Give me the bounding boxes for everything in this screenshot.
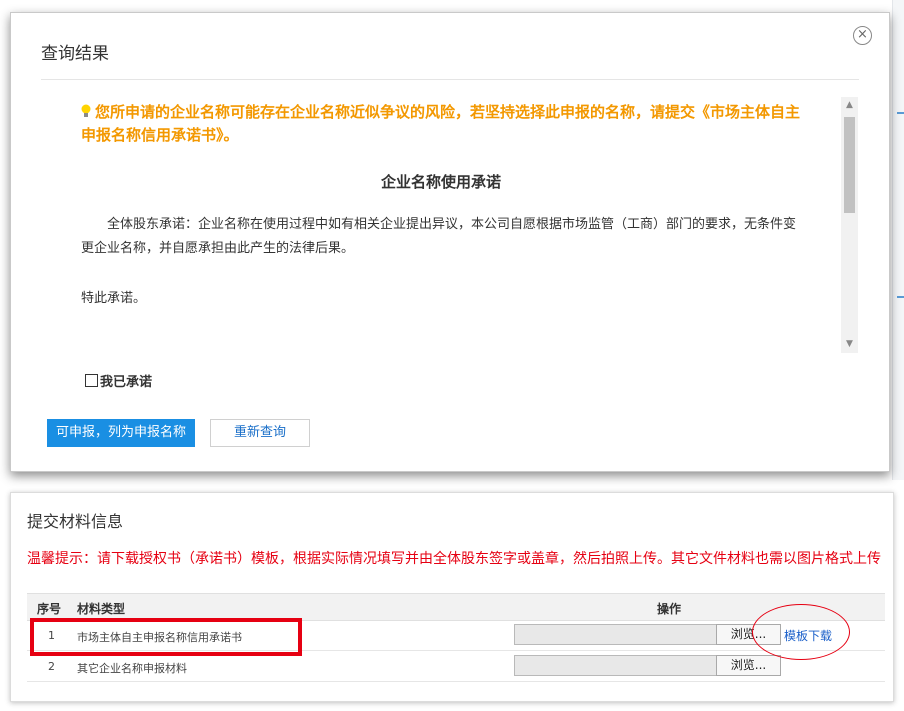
table-header: 序号 材料类型 操作 [27,593,885,621]
scroll-up-icon[interactable]: ▲ [841,97,858,114]
checkbox-icon[interactable] [85,374,98,387]
agree-label: 我已承诺 [100,375,153,390]
promise-body: 全体股东承诺：企业名称在使用过程中如有相关企业提出异议，本公司自愿根据市场监管（… [81,217,797,256]
column-header-type: 材料类型 [77,602,126,616]
background-page-edge [892,0,904,480]
file-path-field[interactable] [514,655,718,676]
column-header-no: 序号 [37,602,62,616]
background-accent-line [897,112,904,114]
highlight-ellipse [752,604,850,660]
material-name: 其它企业名称申报材料 [77,662,187,675]
promise-closing: 特此承诺。 [81,291,147,306]
requery-button[interactable]: 重新查询 [210,419,310,447]
materials-title: 提交材料信息 [27,512,124,531]
materials-panel: 提交材料信息 温馨提示：请下载授权书（承诺书）模板，根据实际情况填写并由全体股东… [10,492,894,702]
warning-message: 您所申请的企业名称可能存在企业名称近似争议的风险，若坚持选择此申报的名称，请提交… [81,101,801,147]
file-path-field[interactable] [514,624,718,645]
dialog-title: 查询结果 [41,44,109,64]
query-result-dialog: 查询结果 × 您所申请的企业名称可能存在企业名称近似争议的风险，若坚持选择此申报… [10,12,890,472]
column-header-op: 操作 [657,602,682,616]
close-icon[interactable]: × [853,26,872,45]
lightbulb-icon [81,104,91,117]
scrollbar-thumb[interactable] [844,117,855,213]
dialog-divider [41,79,859,80]
promise-title: 企业名称使用承诺 [380,173,501,191]
scrollbar[interactable]: ▲ ▼ [841,97,858,353]
promise-scroll-area[interactable]: 您所申请的企业名称可能存在企业名称近似争议的风险，若坚持选择此申报的名称，请提交… [41,91,859,353]
browse-button[interactable]: 浏览... [716,655,781,676]
highlight-box [30,618,302,656]
background-accent-line [897,296,904,298]
scroll-down-icon[interactable]: ▼ [841,336,858,353]
materials-tip: 温馨提示：请下载授权书（承诺书）模板，根据实际情况填写并由全体股东签字或盖章，然… [27,551,881,567]
row-number: 2 [48,660,55,673]
warning-text: 您所申请的企业名称可能存在企业名称近似争议的风险，若坚持选择此申报的名称，请提交… [81,103,801,144]
declare-name-button[interactable]: 可申报，列为申报名称 [47,419,195,447]
agree-checkbox[interactable]: 我已承诺 [85,371,152,390]
